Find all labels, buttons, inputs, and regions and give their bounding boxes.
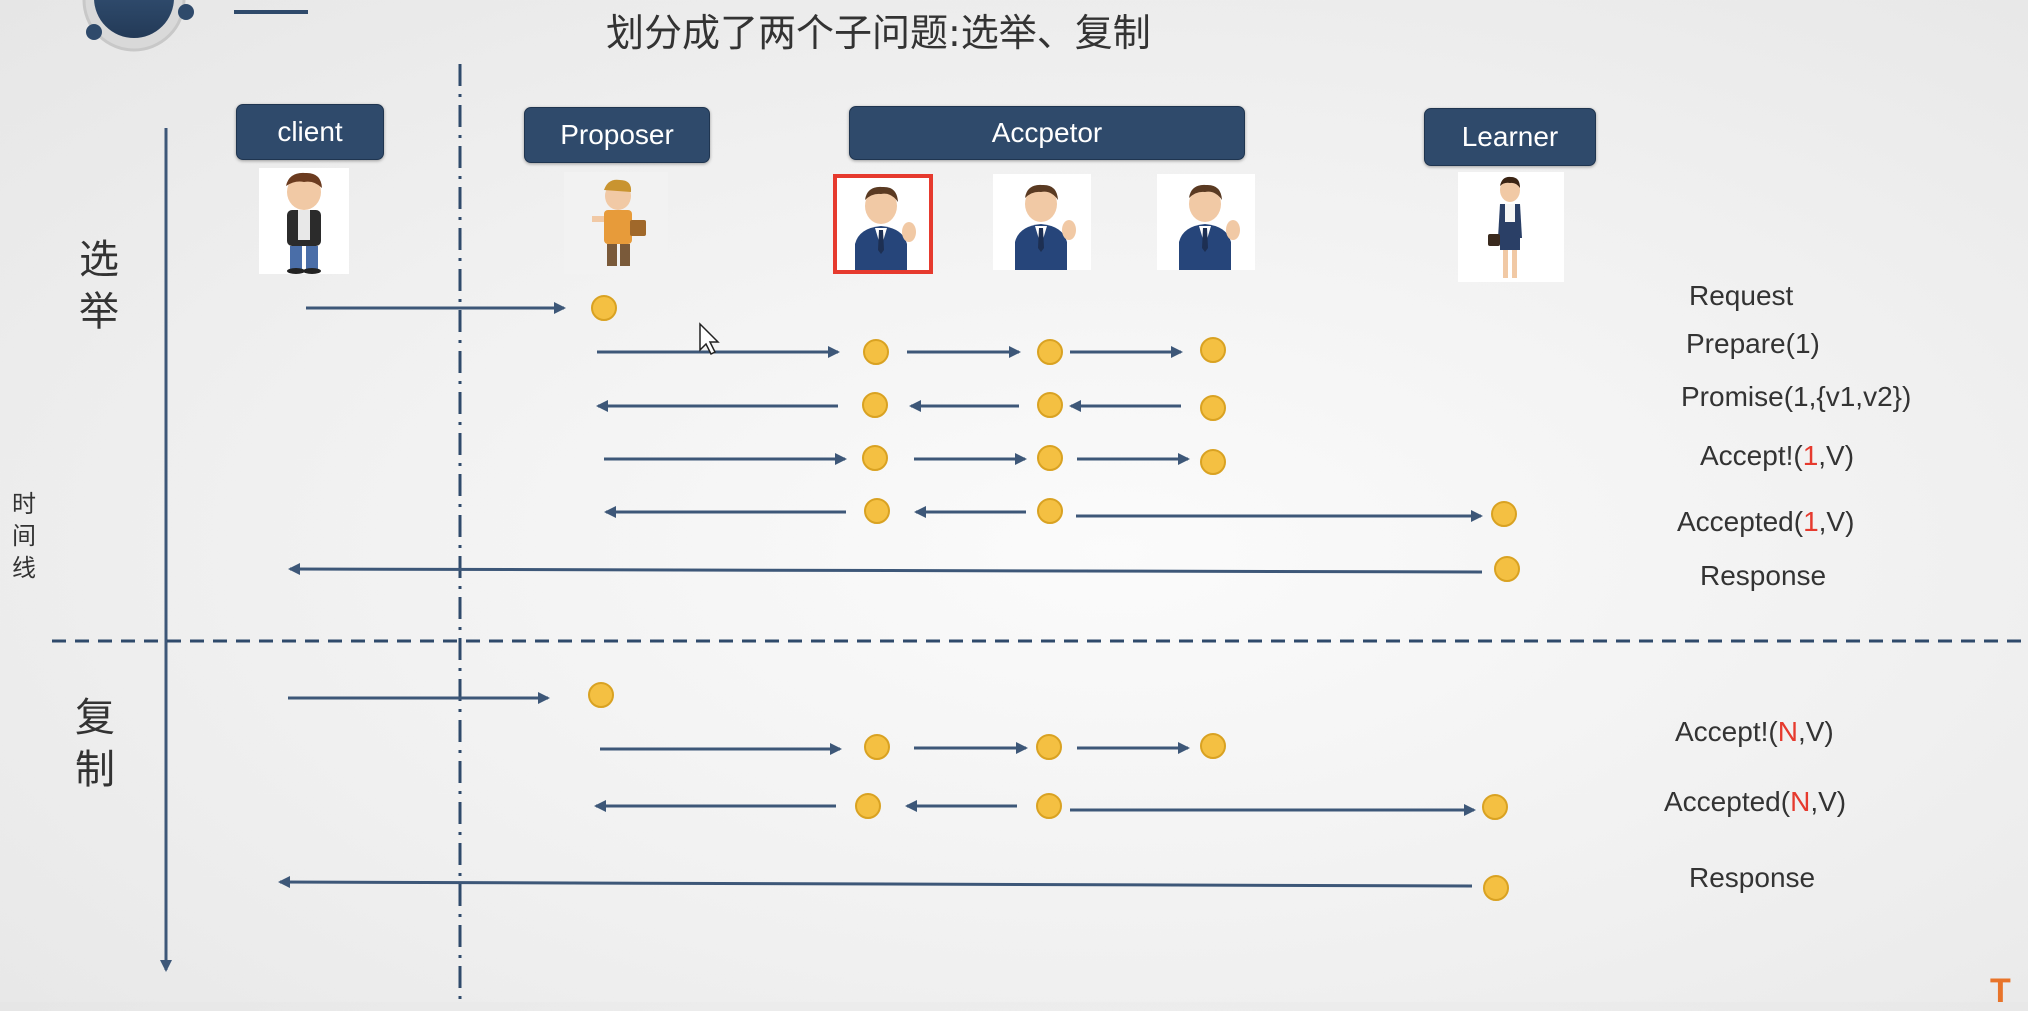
node [855, 793, 881, 819]
slide-title: 划分成了两个子问题:选举、复制 [606, 11, 1151, 55]
learner-avatar-icon [1458, 172, 1564, 282]
node [1037, 445, 1063, 471]
node [1200, 395, 1226, 421]
node [1037, 498, 1063, 524]
msg-accept-1: Accept!(1,V) [1700, 440, 1855, 471]
mouse-cursor-icon [699, 322, 720, 356]
node [1036, 793, 1062, 819]
msg-promise: Promise(1,{v1,v2}) [1681, 381, 1912, 412]
msg-request: Request [1689, 280, 1794, 311]
acceptor-avatar-3-icon [1157, 174, 1255, 270]
node [1200, 733, 1226, 759]
node [1494, 556, 1520, 582]
msg-response-2: Response [1689, 862, 1816, 893]
node [1037, 392, 1063, 418]
timeline-label: 时间线 [12, 490, 36, 582]
msg-prepare: Prepare(1) [1686, 328, 1820, 359]
msg-accept-N: Accept!(N,V) [1675, 716, 1834, 747]
node [1037, 339, 1063, 365]
role-acceptor: Accpetor [849, 106, 1245, 160]
slide-badge-icon [82, 0, 194, 52]
msg-accepted-1: Accepted(1,V) [1677, 506, 1855, 537]
node [1036, 734, 1062, 760]
node [588, 682, 614, 708]
acceptor-avatar-1-icon [833, 174, 933, 274]
msg-accepted-N: Accepted(N,V) [1664, 786, 1847, 817]
role-proposer: Proposer [524, 107, 710, 163]
node [1483, 875, 1509, 901]
node [863, 339, 889, 365]
phase-label-replication: 复制 [75, 695, 115, 793]
role-client: client [236, 104, 384, 160]
node [864, 734, 890, 760]
logo-fragment: T [1990, 972, 2011, 1010]
acceptor-avatar-2-icon [993, 174, 1091, 270]
node [1200, 337, 1226, 363]
node [862, 392, 888, 418]
node [1200, 449, 1226, 475]
arrow-response-1 [288, 563, 1483, 576]
msg-response-1: Response [1700, 560, 1827, 591]
node [864, 498, 890, 524]
node [591, 295, 617, 321]
phase-label-election: 选举 [79, 237, 119, 335]
client-avatar-icon [259, 168, 349, 274]
node [1491, 501, 1517, 527]
node [862, 445, 888, 471]
node [1482, 794, 1508, 820]
proposer-avatar-icon [564, 172, 668, 274]
role-learner: Learner [1424, 108, 1596, 166]
